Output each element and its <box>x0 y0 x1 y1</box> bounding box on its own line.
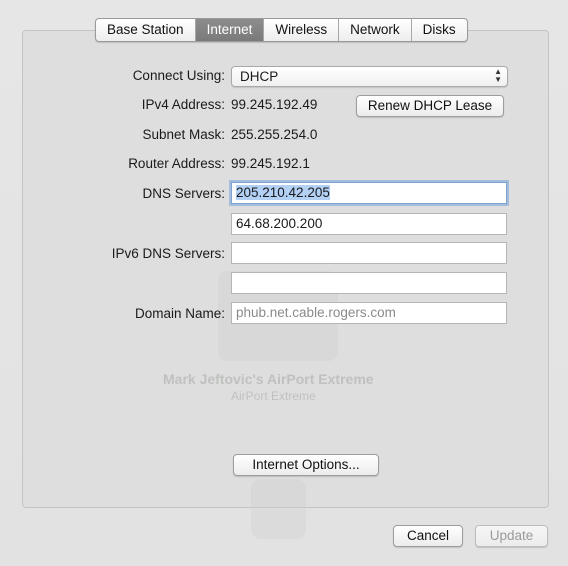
subnet-value: 255.255.254.0 <box>231 127 318 142</box>
dns-label: DNS Servers: <box>142 186 225 201</box>
dns-server-2-value: 64.68.200.200 <box>236 216 323 231</box>
dns-server-1-value: 205.210.42.205 <box>236 185 330 200</box>
cancel-button[interactable]: Cancel <box>393 525 463 547</box>
ipv6-dns-label: IPv6 DNS Servers: <box>111 246 225 261</box>
tab-network[interactable]: Network <box>339 19 412 41</box>
tab-base-station[interactable]: Base Station <box>96 19 196 41</box>
update-button[interactable]: Update <box>475 525 548 547</box>
ghost-device-name: Mark Jeftovic's AirPort Extreme <box>163 371 374 387</box>
connect-using-select[interactable]: DHCP ▲ ▼ <box>231 66 508 87</box>
tab-disks[interactable]: Disks <box>412 19 467 41</box>
domain-label: Domain Name: <box>134 306 225 321</box>
router-value: 99.245.192.1 <box>231 156 310 171</box>
dns-server-2-field[interactable]: 64.68.200.200 <box>231 213 507 235</box>
tab-wireless[interactable]: Wireless <box>264 19 340 41</box>
ipv6-dns-2-field[interactable] <box>231 272 507 294</box>
ipv4-label: IPv4 Address: <box>141 97 225 112</box>
internet-options-button[interactable]: Internet Options... <box>233 454 379 476</box>
connect-using-value: DHCP <box>240 69 279 84</box>
tab-internet[interactable]: Internet <box>195 19 265 41</box>
ghost-internet-image <box>251 479 306 539</box>
tab-bar: Base Station Internet Wireless Network D… <box>95 18 468 42</box>
ghost-device-type: AirPort Extreme <box>231 389 316 403</box>
ipv4-value: 99.245.192.49 <box>231 97 318 112</box>
domain-name-field[interactable]: phub.net.cable.rogers.com <box>231 302 507 324</box>
router-label: Router Address: <box>128 156 225 171</box>
dns-server-1-field[interactable]: 205.210.42.205 <box>231 182 507 204</box>
connect-using-label: Connect Using: <box>132 68 225 83</box>
renew-dhcp-button[interactable]: Renew DHCP Lease <box>356 95 504 117</box>
subnet-label: Subnet Mask: <box>142 127 225 142</box>
ipv6-dns-1-field[interactable] <box>231 242 507 264</box>
select-arrows-icon: ▲ ▼ <box>494 67 502 84</box>
